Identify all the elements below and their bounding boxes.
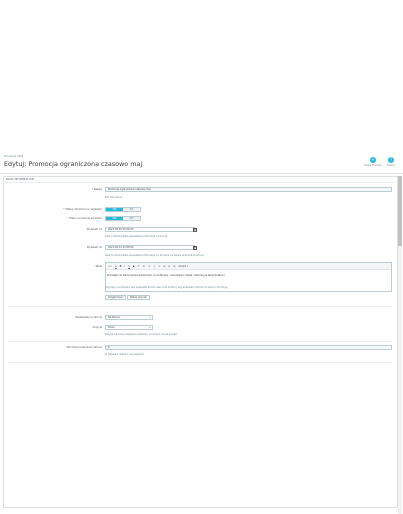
insert-button[interactable]: Wstaw przycisk (127, 295, 150, 300)
editor-toolbar: <> A B I U S x² x₂ ≡ ≡ ≡ ⊞ ⊟ ⊠ Akapit ▾ (106, 263, 391, 270)
subscript-icon[interactable]: x₂ (143, 265, 145, 268)
position-label: Pozycja (92, 326, 102, 329)
switch-no[interactable]: NIE (123, 217, 140, 220)
switch-no[interactable]: NIE (123, 208, 140, 211)
align-icon[interactable]: ≡ (148, 265, 150, 268)
help-button-label: Pomoc (387, 164, 395, 167)
breadcrumb[interactable]: Promocje / Bez (4, 155, 23, 158)
superscript-icon[interactable]: x² (137, 265, 139, 268)
calendar-icon[interactable]: ▦ (193, 245, 197, 250)
display-position-select[interactable]: Na stronie ▾ (105, 315, 153, 320)
switch-yes[interactable]: TAK (106, 217, 123, 220)
switch-yes[interactable]: TAK (106, 208, 123, 211)
position-hint: Pozycja informacji względem elementu, po… (105, 333, 178, 336)
date-from-hint: Data od której będzie wyświetlana inform… (105, 235, 168, 238)
italic-icon[interactable]: I (124, 265, 125, 268)
min-width-input[interactable]: 0 (105, 345, 392, 350)
header-divider (0, 173, 403, 174)
text-label: * Tekst (93, 265, 102, 268)
show-on-product-label: * Włącz na stronie produktu (67, 217, 102, 220)
font-color-icon[interactable]: A (115, 265, 117, 268)
section-divider (8, 362, 392, 363)
strikethrough-icon[interactable]: S (133, 265, 135, 268)
scrollbar-thumb[interactable] (398, 176, 402, 246)
date-from-label: Wyświetl od (86, 228, 102, 231)
image-icon[interactable]: ⊟ (168, 265, 170, 268)
bold-icon[interactable]: B (120, 265, 122, 268)
name-input[interactable]: Promocja ograniczona czasowo maj (105, 187, 392, 192)
show-countdown-switch[interactable]: TAK NIE (105, 207, 141, 212)
text-hint: Użyj tagu [countdown], aby wyświetlić li… (105, 286, 228, 289)
date-to-hint: Data do której będzie wyświetlana inform… (105, 254, 204, 257)
preview-button[interactable]: Podgląd treści (105, 295, 127, 300)
question-icon: ? (388, 157, 394, 163)
panel-heading: BLOG INFORMATION (3, 176, 398, 183)
source-code-icon[interactable]: <> (108, 265, 112, 268)
date-to-label: Wyświetl do (86, 246, 102, 249)
section-divider (8, 341, 392, 342)
position-select[interactable]: Przed ▾ (105, 325, 153, 330)
page-title: Edytuj: Promocja ograniczona czasowo maj (4, 160, 143, 168)
chevron-down-icon: ▾ (149, 316, 151, 319)
plus-icon: + (370, 157, 376, 163)
show-on-product-switch[interactable]: TAK NIE (105, 216, 141, 221)
indent-icon[interactable]: ≡ (158, 265, 160, 268)
min-width-hint: W pikselach. Wpisz 0, aby wyłączyć (105, 353, 145, 356)
date-to-input[interactable]: 2023-05-31 23:59:59 (105, 245, 195, 250)
display-position-label: Wyświetlaj na stronie (75, 316, 102, 319)
show-countdown-label: * Status informacji w nagłówku (63, 208, 102, 211)
name-hint: Bez oferowanie (105, 196, 122, 199)
underline-icon[interactable]: U (128, 265, 130, 268)
list-icon[interactable]: ≡ (153, 265, 155, 268)
calendar-icon[interactable]: ▦ (193, 227, 197, 232)
help-button[interactable]: ? Pomoc (380, 157, 402, 167)
date-from-input[interactable]: 2023-05-01 00:00:00 (105, 227, 195, 232)
min-width-label: Minimalna szerokość ekranu (66, 346, 102, 349)
format-dropdown[interactable]: Akapit ▾ (178, 265, 188, 268)
settings-panel (3, 176, 398, 508)
chevron-down-icon: ▾ (149, 326, 151, 329)
media-icon[interactable]: ⊠ (173, 265, 175, 268)
panel-title: BLOG INFORMATION (6, 178, 34, 181)
name-label: * Nazwa (91, 188, 102, 191)
section-divider (8, 306, 392, 307)
editor-content[interactable]: Pozostało do zakończenia wiadomości (cou… (107, 274, 224, 277)
table-icon[interactable]: ⊞ (163, 265, 165, 268)
